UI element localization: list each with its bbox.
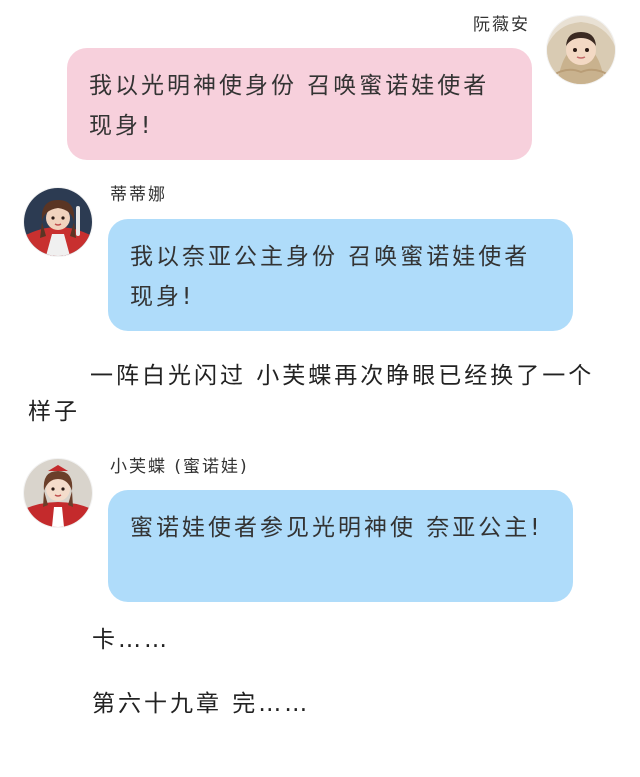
avatar-girl-red-costume-icon bbox=[24, 188, 92, 256]
narration-transformation: 一阵白光闪过 小芙蝶再次睁眼已经换了一个样子 bbox=[28, 363, 595, 425]
avatar-girl-red-uniform-icon bbox=[24, 459, 92, 527]
narration-chapter-end: 第六十九章 完…… bbox=[92, 691, 311, 717]
narration-cut: 卡…… bbox=[92, 627, 170, 653]
sender-name-3: 小芙蝶 (蜜诺娃) bbox=[110, 457, 249, 477]
message-bubble-1: 我以光明神使身份 召唤蜜诺娃使者现身! bbox=[67, 48, 532, 160]
message-bubble-2: 我以奈亚公主身份 召唤蜜诺娃使者现身! bbox=[108, 219, 573, 331]
avatar-icon[interactable] bbox=[547, 16, 615, 84]
avatar-icon[interactable] bbox=[24, 188, 92, 256]
avatar-icon[interactable] bbox=[24, 459, 92, 527]
avatar-girl-blanket-icon bbox=[547, 16, 615, 84]
sender-name-1: 阮薇安 bbox=[473, 15, 530, 35]
message-bubble-3: 蜜诺娃使者参见光明神使 奈亚公主! bbox=[108, 490, 573, 602]
sender-name-2: 蒂蒂娜 bbox=[110, 185, 167, 205]
